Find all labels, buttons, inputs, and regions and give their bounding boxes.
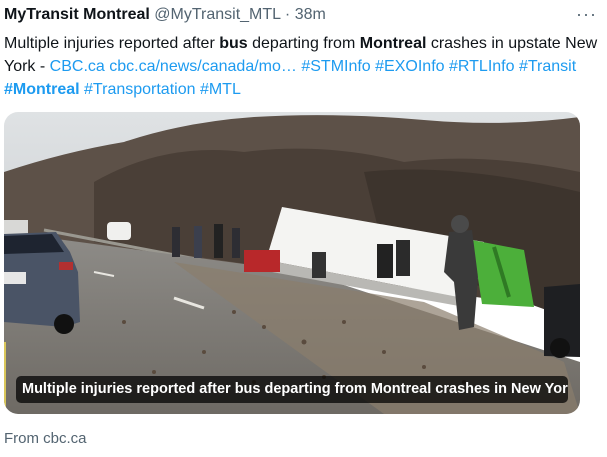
timestamp[interactable]: 38m (295, 6, 326, 23)
tweet-text-part: departing from (247, 35, 360, 52)
tweet-text-bold: Montreal (359, 35, 427, 52)
cbc-link[interactable]: CBC.ca (50, 58, 105, 75)
hashtag-montreal[interactable]: #Montreal (4, 81, 80, 98)
user-handle[interactable]: @MyTransit_MTL (154, 6, 280, 23)
crash-scene-photo (4, 112, 580, 414)
hashtag-transit[interactable]: #Transit (519, 58, 576, 75)
hashtag-exoinfo[interactable]: #EXOInfo (375, 58, 444, 75)
hashtag-stminfo[interactable]: #STMInfo (301, 58, 370, 75)
tweet-text: Multiple injuries reported after bus dep… (4, 32, 599, 101)
tweet-text-part: Multiple injuries reported after (4, 35, 220, 52)
card-source[interactable]: From cbc.ca (4, 430, 87, 447)
hashtag-mtl[interactable]: #MTL (200, 81, 241, 98)
display-name[interactable]: MyTransit Montreal (4, 6, 150, 23)
tweet-header: MyTransit Montreal @MyTransit_MTL · 38m … (4, 4, 601, 28)
article-url-link[interactable]: cbc.ca/news/canada/mo… (109, 58, 297, 75)
separator-dot: · (284, 6, 291, 23)
link-card-image[interactable] (4, 112, 580, 414)
more-options-icon[interactable]: ··· (576, 4, 597, 25)
hashtag-transportation[interactable]: #Transportation (84, 81, 195, 98)
tweet-text-bold: bus (219, 35, 248, 52)
hashtag-rtlinfo[interactable]: #RTLInfo (449, 58, 515, 75)
card-caption[interactable]: Multiple injuries reported after bus dep… (16, 376, 568, 403)
